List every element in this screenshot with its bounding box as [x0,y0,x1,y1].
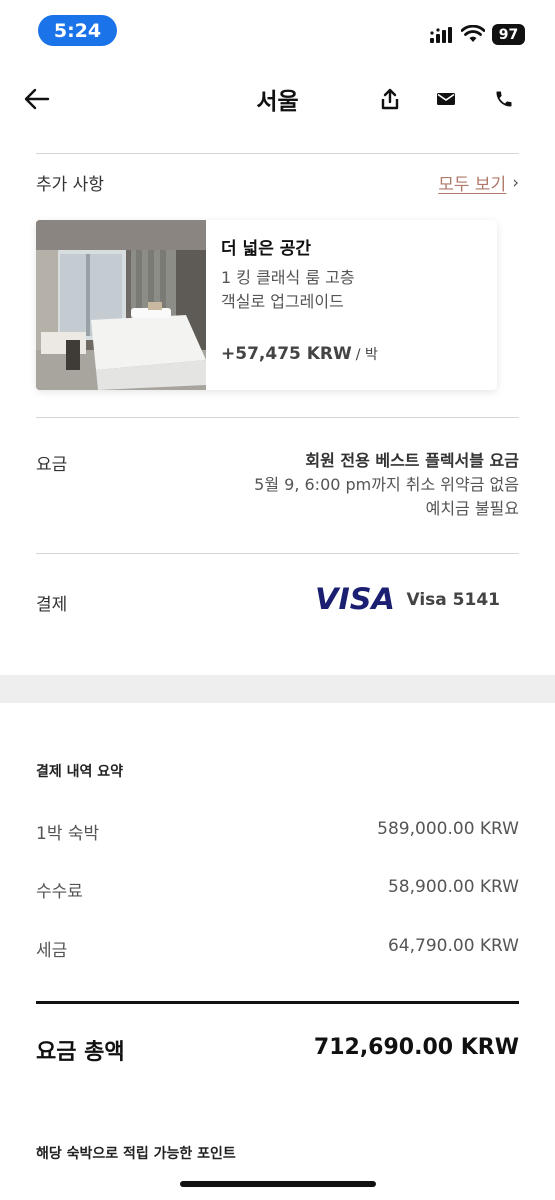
back-button[interactable] [20,82,54,116]
points-title: 해당 숙박으로 적립 가능한 포인트 [36,1146,236,1162]
deposit-policy: 예치금 불필요 [425,499,519,518]
visa-logo-icon: VISA [315,583,395,613]
status-bar: 5:24 97 [0,0,555,60]
status-time: 5:24 [38,15,117,46]
total-label: 요금 총액 [36,1040,125,1065]
upgrade-offer-card[interactable]: 더 넓은 공간 1 킹 클래식 룸 고층 객실로 업그레이드 +57,475 K… [36,220,497,390]
rate-details: 회원 전용 베스트 플렉서블 요금 5월 9, 6:00 pm까지 취소 위약금… [254,449,519,521]
summary-title: 결제 내역 요약 [36,764,124,780]
phone-icon [496,91,512,107]
divider [36,153,519,154]
offer-price-amount: +57,475 KRW [221,344,352,364]
summary-row: 1박 숙박 589,000.00 KRW [36,819,519,844]
rate-label: 요금 [36,455,68,475]
cancellation-policy: 5월 9, 6:00 pm까지 취소 위약금 없음 [254,475,519,494]
summary-row-label: 수수료 [36,882,83,902]
offer-price: +57,475 KRW / 박 [221,344,378,364]
offer-desc-line: 1 킹 클래식 룸 고층 [221,268,355,287]
email-button[interactable] [431,84,461,114]
summary-row-value: 589,000.00 KRW [377,819,519,839]
summary-row-value: 64,790.00 KRW [387,936,519,956]
offer-price-unit: / 박 [355,347,378,363]
total-divider [36,1001,519,1004]
battery-icon: 97 [492,24,525,45]
home-indicator[interactable] [180,1181,376,1187]
view-all-link[interactable]: 모두 보기 › [438,170,519,196]
chevron-right-icon: › [512,172,519,193]
summary-row-label: 세금 [36,941,68,961]
view-all-text: 모두 보기 [438,175,507,195]
payment-label: 결제 [36,595,68,615]
svg-text:VISA: VISA [315,583,395,613]
divider [36,553,519,554]
share-button[interactable] [375,84,405,114]
rate-name: 회원 전용 베스트 플렉서블 요금 [305,451,519,470]
summary-row: 수수료 58,900.00 KRW [36,877,519,902]
divider [36,417,519,418]
summary-row-label: 1박 숙박 [36,824,100,844]
offer-description: 1 킹 클래식 룸 고층 객실로 업그레이드 [221,266,481,314]
signal-icon [430,27,452,43]
total-value: 712,690.00 KRW [313,1035,519,1060]
page-title: 서울 [256,89,299,115]
header: 서울 [0,70,555,126]
summary-row: 세금 64,790.00 KRW [36,936,519,961]
phone-button[interactable] [489,84,519,114]
card-number: Visa 5141 [406,590,500,610]
summary-row-value: 58,900.00 KRW [387,877,519,897]
section-separator [0,675,555,703]
extras-label: 추가 사항 [36,175,104,195]
offer-desc-line: 객실로 업그레이드 [221,292,344,311]
wifi-icon [461,25,485,42]
offer-title: 더 넓은 공간 [221,239,312,259]
share-icon [381,88,399,110]
back-arrow-icon [24,88,50,110]
mail-icon [437,93,455,105]
hotel-room-image [36,220,206,390]
